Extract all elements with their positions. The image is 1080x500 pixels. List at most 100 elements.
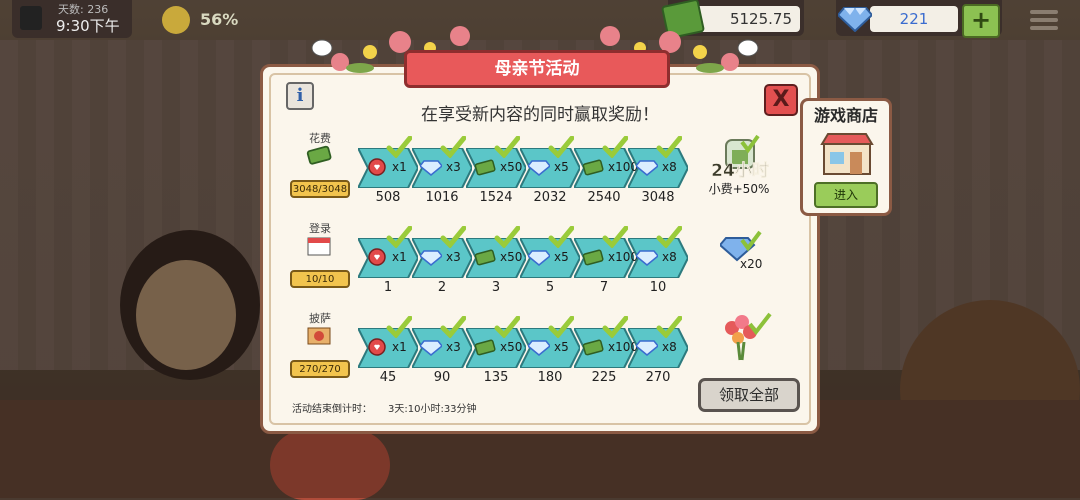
gem-icon: [420, 248, 442, 266]
mood-percent: 56%: [200, 10, 239, 29]
pizza-box-icon: [306, 324, 332, 346]
reward-tier[interactable]: x50: [466, 136, 526, 188]
reward-quantity: x8: [662, 250, 677, 264]
tier-threshold: 2: [437, 280, 447, 295]
calendar-icon: [20, 6, 42, 30]
reward-tier[interactable]: x3: [412, 226, 472, 278]
cash-icon: [306, 144, 332, 166]
gem-icon: [838, 7, 872, 32]
reward-tier[interactable]: x100: [574, 136, 638, 188]
cash-icon: [582, 158, 604, 176]
checkmark-icon: [440, 226, 466, 248]
tier-threshold: 3: [491, 280, 501, 295]
hamburger-menu-icon[interactable]: [1024, 6, 1064, 36]
reward-quantity: x3: [446, 340, 461, 354]
reward-tier[interactable]: x5: [520, 316, 580, 368]
reward-tier[interactable]: x3: [412, 136, 472, 188]
tip-boost-label: 小费+50%: [708, 182, 770, 196]
tier-threshold: 2540: [587, 190, 621, 205]
heart-coin-icon: [366, 158, 388, 176]
row-progress-badge: 270/270: [290, 360, 350, 378]
reward-tier[interactable]: x50: [466, 316, 526, 368]
tier-threshold: 90: [433, 370, 451, 385]
checkmark-icon: [602, 316, 628, 338]
reward-tier[interactable]: x8: [628, 226, 688, 278]
tier-threshold: 508: [375, 190, 401, 205]
tier-threshold: 2032: [533, 190, 567, 205]
gem-icon: [420, 158, 442, 176]
checkmark-icon: [494, 136, 520, 158]
cash-icon: [474, 248, 496, 266]
checkmark-icon: [494, 316, 520, 338]
countdown-label: 活动结束倒计时：: [292, 404, 372, 415]
heart-coin-icon: [366, 338, 388, 356]
heart-coin-icon: [366, 248, 388, 266]
cash-icon: [582, 248, 604, 266]
checkmark-icon: [656, 316, 682, 338]
dialog-title: 母亲节活动: [494, 59, 580, 79]
clock-time: 9:30下午: [56, 17, 120, 35]
tier-threshold: 1016: [425, 190, 459, 205]
tier-threshold: 1524: [479, 190, 513, 205]
gem-icon: [636, 248, 658, 266]
reward-tier[interactable]: x5: [520, 136, 580, 188]
reward-quantity: x5: [554, 340, 569, 354]
reward-tier[interactable]: x3: [412, 316, 472, 368]
checkmark-icon: [440, 136, 466, 158]
tier-threshold: 180: [537, 370, 563, 385]
reward-quantity: x8: [662, 160, 677, 174]
reward-quantity: x1: [392, 340, 407, 354]
tier-threshold: 7: [599, 280, 609, 295]
gem-reward-qty: x20: [740, 257, 763, 271]
checkmark-icon: [656, 226, 682, 248]
gem-icon: [528, 338, 550, 356]
cash-icon: [582, 338, 604, 356]
checkmark-icon: [386, 136, 412, 158]
tier-threshold: 1: [383, 280, 393, 295]
reward-quantity: x5: [554, 160, 569, 174]
countdown-value: 3天:10小时:33分钟: [388, 404, 477, 415]
storefront-icon: [820, 133, 874, 175]
reward-tier[interactable]: x1: [358, 136, 418, 188]
buy-gems-button[interactable]: +: [962, 4, 1000, 38]
tier-threshold: 10: [649, 280, 667, 295]
checkmark-icon: [386, 226, 412, 248]
reward-tier[interactable]: x8: [628, 316, 688, 368]
reward-tier[interactable]: x5: [520, 226, 580, 278]
reward-quantity: x8: [662, 340, 677, 354]
reward-tier[interactable]: x100: [574, 316, 638, 368]
gem-balance: 221: [870, 6, 958, 32]
reward-tier[interactable]: x1: [358, 316, 418, 368]
reward-quantity: x1: [392, 250, 407, 264]
collect-all-button[interactable]: 领取全部: [698, 378, 800, 412]
tip-boost-duration: 24小时: [711, 161, 769, 182]
cash-icon: [474, 158, 496, 176]
reward-tier[interactable]: x100: [574, 226, 638, 278]
checkmark-icon: [602, 226, 628, 248]
gem-icon: [528, 248, 550, 266]
checkmark-icon: [548, 136, 574, 158]
flower-bouquet-icon: [725, 312, 772, 361]
checkmark-icon: [656, 136, 682, 158]
gem-icon: [528, 158, 550, 176]
tier-threshold: 270: [645, 370, 671, 385]
checkmark-icon: [548, 316, 574, 338]
smiley-icon: [162, 6, 190, 34]
checkmark-icon: [386, 316, 412, 338]
enter-shop-button[interactable]: 进入: [814, 182, 878, 208]
row-progress-badge: 10/10: [290, 270, 350, 288]
reward-quantity: x3: [446, 160, 461, 174]
tier-threshold: 135: [483, 370, 509, 385]
tier-threshold: 5: [545, 280, 555, 295]
calendar-icon: [306, 234, 332, 256]
tier-threshold: 225: [591, 370, 617, 385]
tier-threshold: 3048: [641, 190, 675, 205]
gem-icon: [636, 338, 658, 356]
shop-title: 游戏商店: [813, 106, 878, 125]
reward-tier[interactable]: x50: [466, 226, 526, 278]
tier-threshold: 45: [379, 370, 397, 385]
reward-quantity: x5: [554, 250, 569, 264]
reward-tier[interactable]: x1: [358, 226, 418, 278]
reward-tier[interactable]: x8: [628, 136, 688, 188]
reward-quantity: x1: [392, 160, 407, 174]
